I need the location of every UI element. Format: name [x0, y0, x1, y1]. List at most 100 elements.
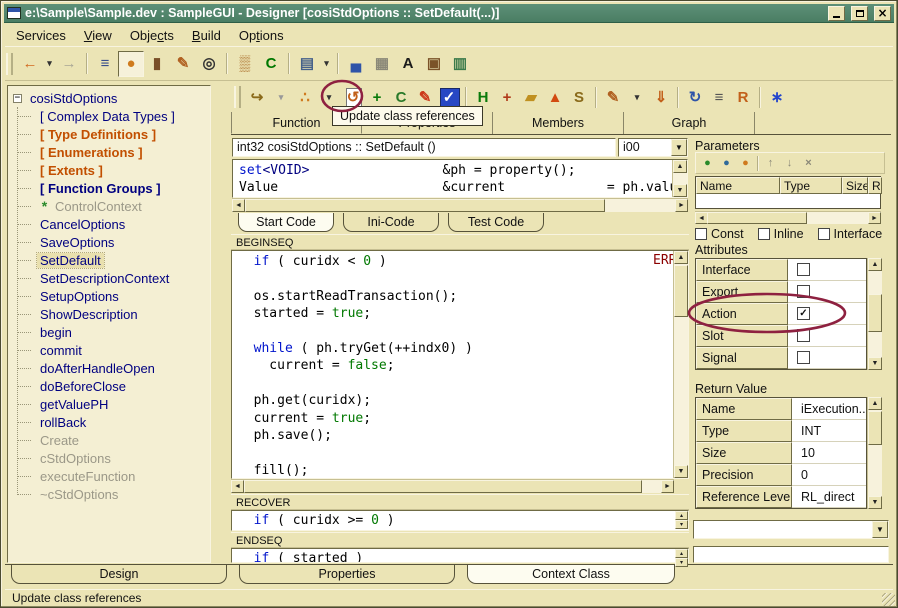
tree-item-saveoptions[interactable]: SaveOptions	[17, 233, 210, 251]
tab-start-code[interactable]: Start Code	[238, 213, 334, 232]
tree-item-create[interactable]: Create	[17, 431, 210, 449]
cos-icon[interactable]: S	[567, 85, 591, 109]
package-icon[interactable]: ▦	[369, 51, 395, 77]
tree-item-setupoptions[interactable]: SetupOptions	[17, 287, 210, 305]
code-editor[interactable]: if ( curidx < 0 ) os.startReadTransactio…	[231, 250, 689, 479]
minimize-button[interactable]	[828, 6, 845, 21]
scrollbar-thumb[interactable]	[707, 212, 807, 224]
tree-item-getvalueph[interactable]: getValuePH	[17, 395, 210, 413]
checkbox-const[interactable]: Const	[695, 227, 744, 241]
recover-editor[interactable]: if ( curidx >= 0 )	[231, 510, 689, 531]
checkbox-interface[interactable]: Interface	[818, 227, 883, 241]
column-header-r[interactable]: R.	[868, 177, 882, 194]
back-icon[interactable]: ←	[17, 51, 43, 77]
attribute-label-slot[interactable]: Slot	[696, 325, 788, 347]
tree-item-doafterhandleopen[interactable]: doAfterHandleOpen	[17, 359, 210, 377]
tab-test-code[interactable]: Test Code	[448, 213, 544, 232]
tree-item-commit[interactable]: commit	[17, 341, 210, 359]
scroll-left-icon[interactable]: ◄	[231, 480, 244, 493]
menu-build[interactable]: Build	[183, 26, 230, 45]
tab-properties[interactable]: Properties	[239, 565, 455, 584]
scroll-up-icon[interactable]: ▲	[673, 160, 687, 173]
menu-options[interactable]: Options	[230, 26, 293, 45]
tree-item-extents[interactable]: [ Extents ]	[17, 161, 210, 179]
column-header-type[interactable]: Type	[780, 177, 842, 194]
tree-item-begin[interactable]: begin	[17, 323, 210, 341]
attribute-label-signal[interactable]: Signal	[696, 347, 788, 369]
tree-item-rollback[interactable]: rollBack	[17, 413, 210, 431]
column-header-name[interactable]: Name	[696, 177, 780, 194]
relation-graph-icon[interactable]: ∗	[765, 85, 789, 109]
function-signature-field[interactable]: int32 cosiStdOptions :: SetDefault ()	[232, 138, 616, 157]
checkbox-export[interactable]	[797, 285, 810, 298]
code-vscrollbar[interactable]: ▲ ▼	[673, 251, 688, 478]
instance-combo[interactable]: i00 ▼	[618, 138, 688, 157]
toolbar-grip[interactable]	[6, 53, 13, 75]
tree-item-setdefault[interactable]: SetDefault	[17, 251, 210, 269]
scrollbar-thumb[interactable]	[868, 411, 882, 445]
parameters-table[interactable]: NameTypeSizeR.	[695, 176, 881, 209]
declarations-vscrollbar[interactable]: ▲ ▼	[672, 160, 687, 197]
window-list-icon[interactable]: ▤	[294, 51, 320, 77]
printer-icon[interactable]: ▄	[343, 51, 369, 77]
menu-objects[interactable]: Objects	[121, 26, 183, 45]
instance-icon[interactable]: ∴	[293, 85, 317, 109]
image-icon[interactable]: ▣	[421, 51, 447, 77]
checkbox-inline[interactable]: Inline	[758, 227, 804, 241]
parameters-empty-row[interactable]	[696, 194, 880, 208]
scrollbar-thumb[interactable]	[244, 480, 642, 493]
tree-root-cosistdoptions[interactable]: −cosiStdOptions	[10, 89, 210, 107]
copy-parameter-icon[interactable]: ●	[736, 154, 755, 173]
scrollbar-thumb[interactable]	[245, 199, 605, 212]
add-member-icon[interactable]: +	[495, 85, 519, 109]
scroll-up-icon[interactable]: ▲	[674, 251, 688, 264]
return-value-precision[interactable]: 0	[792, 464, 866, 486]
parameters-hscrollbar[interactable]: ◄ ►	[695, 211, 881, 224]
tree-item-function-groups[interactable]: [ Function Groups ]	[17, 179, 210, 197]
class-interface-icon[interactable]: C	[258, 51, 284, 77]
paint-icon[interactable]: ▰	[519, 85, 543, 109]
scroll-down-icon[interactable]: ▾	[675, 558, 688, 567]
data-matrix-icon[interactable]: ▒	[232, 51, 258, 77]
insert-parameter-icon[interactable]: ●	[717, 154, 736, 173]
fire-icon[interactable]: ▲	[543, 85, 567, 109]
title-bar[interactable]: e:\Sample\Sample.dev : SampleGUI - Desig…	[4, 4, 894, 23]
return-value-vscrollbar[interactable]: ▲ ▼	[867, 397, 882, 509]
forward-icon[interactable]: →	[56, 51, 82, 77]
declarations-hscrollbar[interactable]: ◄ ►	[232, 198, 688, 212]
attribute-label-action[interactable]: Action	[696, 303, 788, 325]
tab-members[interactable]: Members	[493, 112, 624, 134]
scroll-down-icon[interactable]: ▼	[868, 357, 882, 370]
chevron-down-icon[interactable]: ▼	[872, 521, 888, 538]
return-label-size[interactable]: Size	[696, 442, 792, 464]
back-history-dropdown[interactable]: ▾	[43, 51, 56, 77]
attributes-vscrollbar[interactable]: ▲ ▼	[867, 258, 882, 370]
maximize-button[interactable]	[851, 6, 868, 21]
chevron-down-icon[interactable]: ▼	[671, 139, 687, 156]
scroll-right-icon[interactable]: ►	[675, 199, 688, 212]
tab-design[interactable]: Design	[11, 565, 227, 584]
parameter-up-icon[interactable]: ↑	[761, 154, 780, 173]
scroll-down-icon[interactable]: ▾	[675, 520, 688, 529]
return-label-type[interactable]: Type	[696, 420, 792, 442]
checkbox-signal[interactable]	[797, 351, 810, 364]
tree-item-cstdoptions[interactable]: cStdOptions	[17, 449, 210, 467]
return-value-name[interactable]: iExecution...	[792, 398, 866, 420]
tree-item-controlcontext[interactable]: *ControlContext	[17, 197, 210, 215]
refresh-refs-icon[interactable]: R	[731, 85, 755, 109]
parameter-delete-icon[interactable]: ×	[799, 154, 818, 173]
scroll-right-icon[interactable]: ►	[868, 212, 881, 224]
history-clock-icon[interactable]: ◎	[196, 51, 222, 77]
attribute-label-export[interactable]: Export	[696, 281, 788, 303]
review-page-icon[interactable]: ≡	[707, 85, 731, 109]
return-value-type[interactable]: INT	[792, 420, 866, 442]
parameter-down-icon[interactable]: ↓	[780, 154, 799, 173]
checkbox-interface[interactable]	[797, 263, 810, 276]
tree-item-type-definitions[interactable]: [ Type Definitions ]	[17, 125, 210, 143]
toolbar-grip[interactable]	[234, 86, 241, 108]
checkbox-action[interactable]: ✓	[797, 307, 810, 320]
window-list-dropdown[interactable]: ▾	[320, 51, 333, 77]
class-jar-icon[interactable]: ▮	[144, 51, 170, 77]
hierarchy-icon[interactable]: ≡	[92, 51, 118, 77]
tree-item-enumerations[interactable]: [ Enumerations ]	[17, 143, 210, 161]
